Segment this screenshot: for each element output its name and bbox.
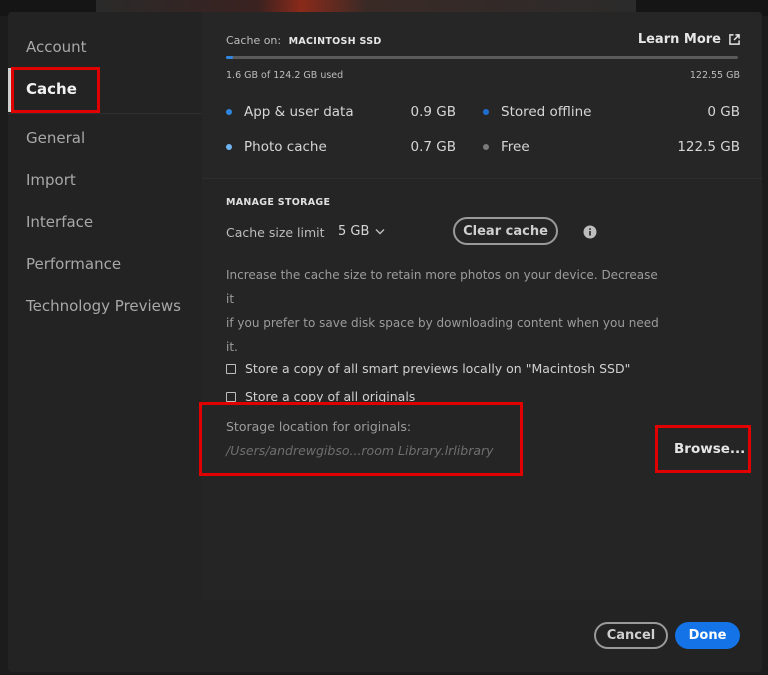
help-line-1: Increase the cache size to retain more p… [226,268,658,306]
cache-help-text: Increase the cache size to retain more p… [226,263,666,359]
learn-more-link[interactable]: Learn More [638,32,740,47]
storage-progress-fill [226,56,233,59]
stat-label: Stored offline [501,104,592,120]
info-icon[interactable] [583,225,597,239]
originals-checkbox[interactable] [226,391,236,402]
manage-storage-section: MANAGE STORAGE Cache size limit 5 GB Cle… [202,178,762,600]
storage-used-text: 1.6 GB of 124.2 GB used [226,70,344,81]
cancel-button[interactable]: Cancel [594,622,668,649]
chevron-down-icon [375,229,385,235]
cache-usage-section: Cache on: MACINTOSH SSD Learn More 1.6 G… [202,12,762,178]
originals-checkbox-row[interactable]: Store a copy of all originals [226,389,415,404]
stat-stored-offline: Stored offline [483,104,591,120]
preferences-dialog: Account Cache General Import Interface P… [8,12,762,672]
sidebar-item-general[interactable]: General [26,129,85,147]
sidebar-item-account[interactable]: Account [26,38,87,56]
stat-photo-cache: Photo cache [226,139,327,155]
sidebar-item-cache[interactable]: Cache [26,80,77,98]
sidebar-item-performance[interactable]: Performance [26,255,121,273]
photo-cache-dot-icon [226,144,232,150]
drive-name: MACINTOSH SSD [288,36,382,47]
sidebar-active-indicator [8,68,11,112]
cache-size-limit-dropdown[interactable]: 5 GB [338,224,385,239]
smart-previews-checkbox-label: Store a copy of all smart previews local… [245,361,631,376]
stat-app-user-data-value: 0.9 GB [410,104,456,120]
free-dot-icon [483,144,489,150]
stat-label: Free [501,139,530,155]
preferences-sidebar: Account Cache General Import Interface P… [8,12,202,672]
done-button[interactable]: Done [675,622,740,649]
stat-photo-cache-value: 0.7 GB [410,139,456,155]
storage-location-path: /Users/andrewgibso...room Library.lrlibr… [226,443,494,458]
cache-size-limit-label: Cache size limit [226,225,325,240]
sidebar-item-technology-previews[interactable]: Technology Previews [26,297,181,315]
stat-app-user-data: App & user data [226,104,354,120]
smart-previews-checkbox-row[interactable]: Store a copy of all smart previews local… [226,361,630,376]
storage-progress-bar [226,56,738,59]
originals-checkbox-label: Store a copy of all originals [245,389,416,404]
stat-label: Photo cache [244,139,327,155]
manage-storage-heading: MANAGE STORAGE [226,197,331,208]
app-data-dot-icon [226,109,232,115]
sidebar-divider [8,113,202,114]
cache-on-label: Cache on: MACINTOSH SSD [226,34,382,47]
cache-on-text: Cache on: [226,34,282,47]
clear-cache-button[interactable]: Clear cache [453,217,558,245]
sidebar-item-import[interactable]: Import [26,171,76,189]
stored-offline-dot-icon [483,109,489,115]
stat-free-value: 122.5 GB [677,139,740,155]
storage-total-text: 122.55 GB [689,70,740,81]
sidebar-item-interface[interactable]: Interface [26,213,93,231]
stat-free: Free [483,139,530,155]
stat-stored-offline-value: 0 GB [707,104,740,120]
browse-button[interactable]: Browse... [674,441,745,457]
smart-previews-checkbox[interactable] [226,363,236,374]
learn-more-label: Learn More [637,32,721,47]
cache-size-limit-value: 5 GB [338,224,370,239]
external-link-icon [729,34,740,45]
stat-label: App & user data [244,104,354,120]
cache-panel: Cache on: MACINTOSH SSD Learn More 1.6 G… [202,12,762,600]
storage-location-label: Storage location for originals: [226,419,412,434]
help-line-2: if you prefer to save disk space by down… [226,316,659,354]
